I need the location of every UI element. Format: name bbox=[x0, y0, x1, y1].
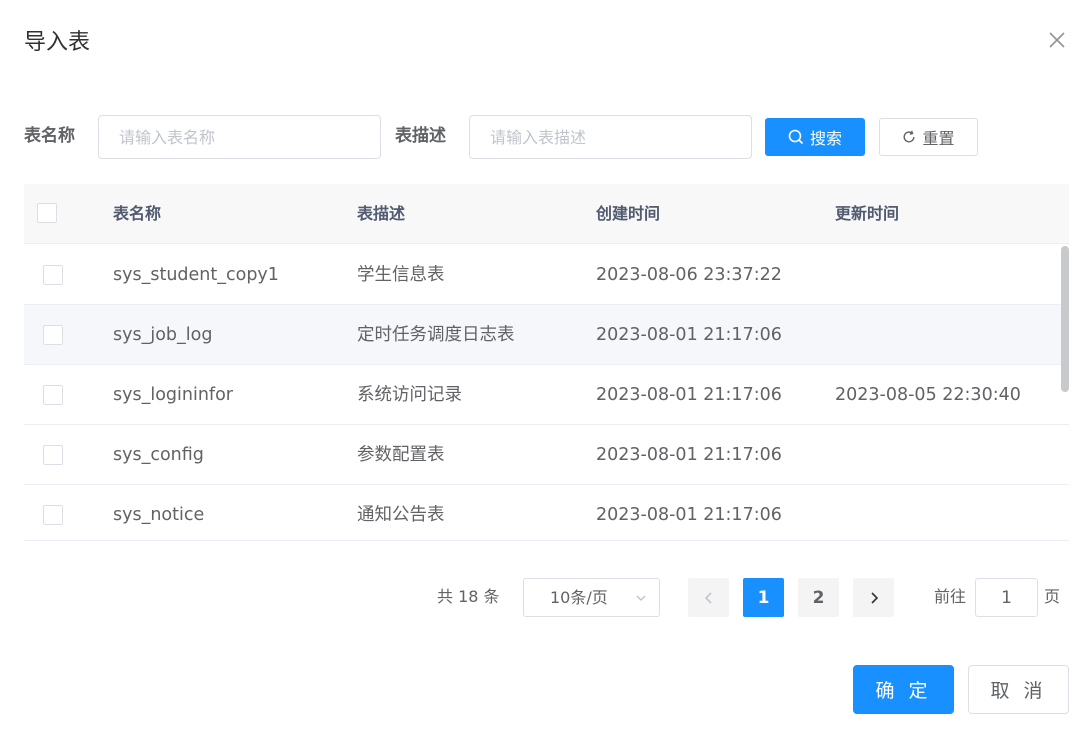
cell-created-time: 2023-08-01 21:17:06 bbox=[596, 325, 782, 345]
table-name-input[interactable] bbox=[98, 115, 381, 159]
table-row[interactable]: sys_notice 通知公告表 2023-08-01 21:17:06 bbox=[24, 485, 1069, 540]
cell-table-name: sys_config bbox=[113, 445, 204, 465]
table-header: 表名称 表描述 创建时间 更新时间 bbox=[24, 184, 1069, 244]
dialog-title: 导入表 bbox=[24, 30, 91, 55]
refresh-icon bbox=[904, 130, 915, 143]
table-name-label: 表名称 bbox=[24, 126, 75, 146]
select-all-checkbox[interactable] bbox=[37, 203, 57, 223]
page-suffix: 页 bbox=[1044, 587, 1061, 606]
row-checkbox[interactable] bbox=[43, 385, 63, 405]
table-desc-label: 表描述 bbox=[395, 126, 446, 146]
column-header-updated: 更新时间 bbox=[835, 204, 900, 223]
cell-table-desc: 学生信息表 bbox=[357, 265, 445, 285]
cancel-button[interactable]: 取 消 bbox=[968, 665, 1069, 714]
page-size-select[interactable]: 10条/页 bbox=[523, 578, 660, 617]
reset-button[interactable]: 重置 bbox=[879, 118, 978, 156]
cell-table-name: sys_job_log bbox=[113, 325, 213, 345]
table-row[interactable]: sys_student_copy1 学生信息表 2023-08-06 23:37… bbox=[24, 245, 1069, 305]
cell-created-time: 2023-08-01 21:17:06 bbox=[596, 385, 782, 405]
cell-table-name: sys_notice bbox=[113, 505, 205, 525]
search-icon bbox=[788, 129, 804, 145]
row-checkbox[interactable] bbox=[43, 505, 63, 525]
table-row[interactable]: sys_job_log 定时任务调度日志表 2023-08-01 21:17:0… bbox=[24, 305, 1069, 365]
goto-label: 前往 bbox=[934, 587, 967, 606]
table-row[interactable]: sys_config 参数配置表 2023-08-01 21:17:06 bbox=[24, 425, 1069, 485]
table-scrollbar[interactable] bbox=[1061, 246, 1069, 392]
cell-created-time: 2023-08-01 21:17:06 bbox=[596, 505, 782, 525]
table-row[interactable]: sys_logininfor 系统访问记录 2023-08-01 21:17:0… bbox=[24, 365, 1069, 425]
cell-created-time: 2023-08-01 21:17:06 bbox=[596, 445, 782, 465]
search-button-label: 搜索 bbox=[809, 129, 842, 148]
prev-page-button[interactable] bbox=[688, 578, 729, 617]
chevron-left-icon bbox=[704, 591, 712, 604]
column-header-created: 创建时间 bbox=[596, 204, 661, 223]
reset-button-label: 重置 bbox=[922, 129, 955, 148]
next-page-button[interactable] bbox=[853, 578, 894, 617]
row-checkbox[interactable] bbox=[43, 325, 63, 345]
page-size-value: 10条/页 bbox=[550, 588, 608, 607]
page-button-1[interactable]: 1 bbox=[743, 578, 784, 617]
cell-table-desc: 通知公告表 bbox=[357, 505, 445, 525]
row-checkbox[interactable] bbox=[43, 445, 63, 465]
cell-table-desc: 定时任务调度日志表 bbox=[357, 325, 515, 345]
table-list: 表名称 表描述 创建时间 更新时间 sys_student_copy1 学生信息… bbox=[24, 184, 1069, 541]
confirm-button[interactable]: 确 定 bbox=[853, 665, 954, 714]
pagination-total: 共 18 条 bbox=[437, 587, 500, 606]
chevron-down-icon bbox=[636, 595, 646, 601]
column-header-desc: 表描述 bbox=[357, 204, 406, 223]
cell-updated-time: 2023-08-05 22:30:40 bbox=[835, 385, 1021, 405]
search-button[interactable]: 搜索 bbox=[765, 118, 865, 156]
page-button-2[interactable]: 2 bbox=[798, 578, 839, 617]
cell-table-name: sys_logininfor bbox=[113, 385, 233, 405]
goto-page-input[interactable] bbox=[975, 578, 1038, 617]
close-icon[interactable] bbox=[1047, 30, 1067, 50]
row-checkbox[interactable] bbox=[43, 265, 63, 285]
cell-table-desc: 参数配置表 bbox=[357, 445, 445, 465]
column-header-name: 表名称 bbox=[113, 204, 162, 223]
cell-table-name: sys_student_copy1 bbox=[113, 265, 279, 285]
cell-table-desc: 系统访问记录 bbox=[357, 385, 462, 405]
cell-created-time: 2023-08-06 23:37:22 bbox=[596, 265, 782, 285]
chevron-right-icon bbox=[870, 591, 878, 604]
table-desc-input[interactable] bbox=[469, 115, 752, 159]
